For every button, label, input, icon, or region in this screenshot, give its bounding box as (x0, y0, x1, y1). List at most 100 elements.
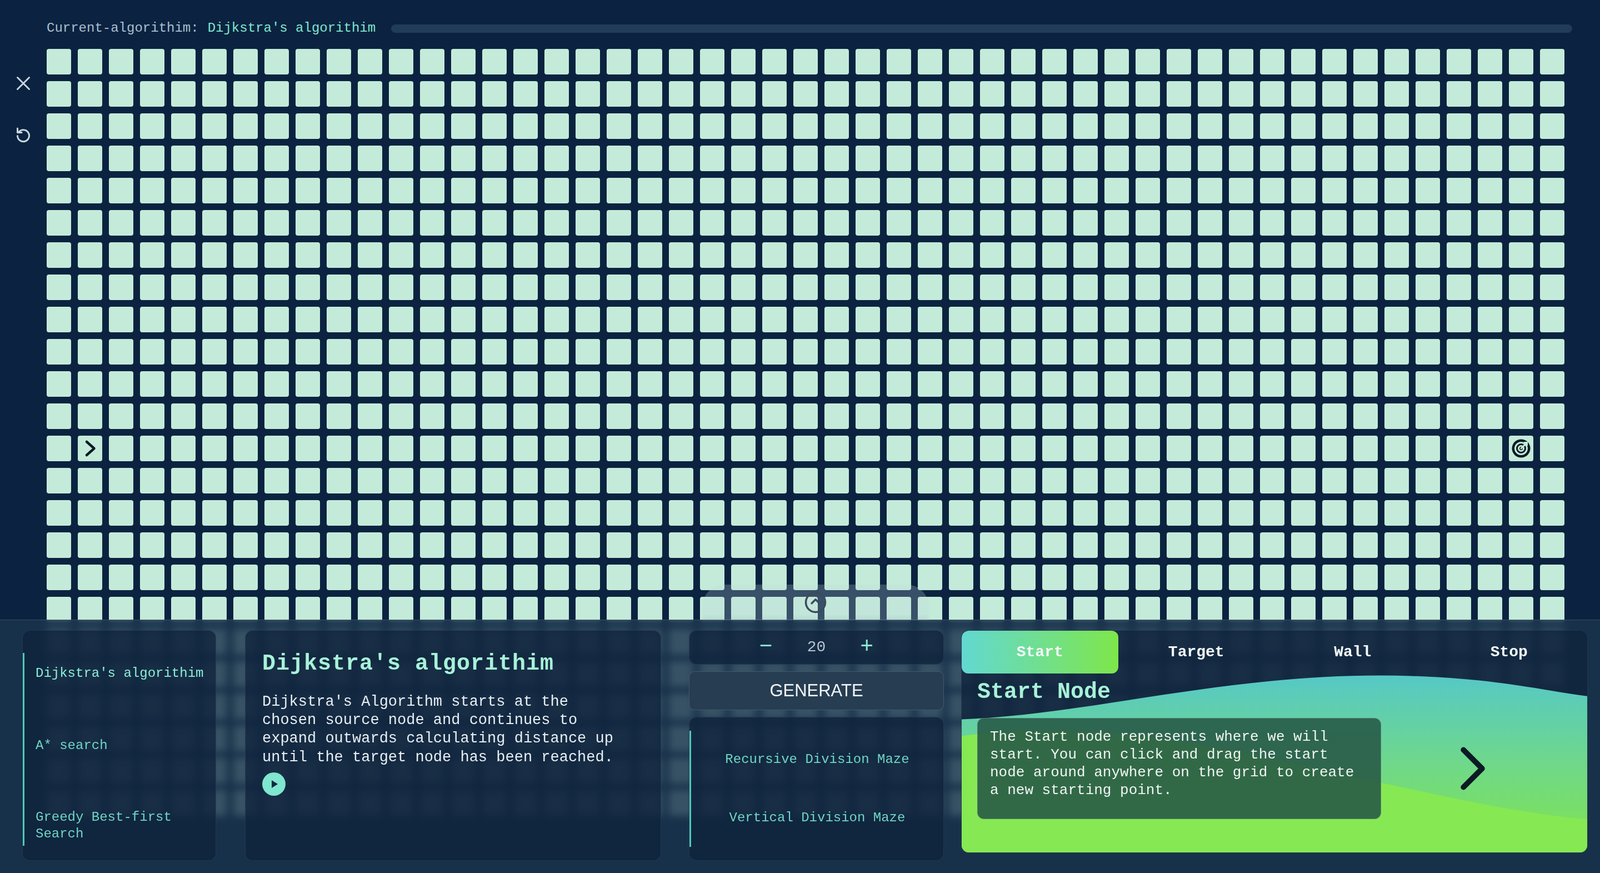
grid-cell[interactable] (980, 48, 1005, 75)
grid-cell[interactable] (77, 145, 103, 172)
grid-cell[interactable] (108, 403, 134, 429)
grid-cell[interactable] (1446, 242, 1472, 268)
grid-cell[interactable] (108, 532, 134, 558)
grid-cell[interactable] (388, 48, 414, 75)
grid-cell[interactable] (1228, 467, 1254, 494)
grid-cell[interactable] (980, 500, 1005, 526)
grid-cell[interactable] (1228, 177, 1254, 204)
grid-cell[interactable] (980, 532, 1005, 558)
grid-cell[interactable] (575, 177, 600, 204)
grid-cell[interactable] (420, 81, 445, 107)
grid-cell[interactable] (544, 242, 569, 268)
grid-cell[interactable] (824, 435, 849, 462)
grid-cell[interactable] (1135, 467, 1160, 494)
grid-cell[interactable] (1104, 81, 1129, 107)
grid-cell[interactable] (668, 145, 694, 172)
grid-cell[interactable] (1166, 564, 1192, 590)
grid-cell[interactable] (451, 48, 476, 75)
grid-cell[interactable] (482, 596, 507, 623)
grid-cell[interactable] (1415, 177, 1440, 204)
grid-cell[interactable] (1322, 564, 1347, 590)
grid-cell[interactable] (793, 467, 818, 494)
grid-cell[interactable] (420, 338, 445, 365)
grid-cell[interactable] (948, 435, 974, 462)
grid-cell[interactable] (544, 467, 569, 494)
grid-cell[interactable] (1073, 274, 1098, 300)
grid-cell[interactable] (420, 177, 445, 204)
grid-cell[interactable] (1135, 48, 1160, 75)
grid-cell[interactable] (855, 467, 880, 494)
grid-cell[interactable] (420, 596, 445, 623)
grid-cell[interactable] (1291, 500, 1316, 526)
grid-cell[interactable] (700, 338, 725, 365)
grid-cell[interactable] (1322, 274, 1347, 300)
grid-cell[interactable] (980, 81, 1005, 107)
grid-cell[interactable] (544, 113, 569, 139)
grid-cell[interactable] (1508, 564, 1534, 590)
grid-cell[interactable] (77, 564, 103, 590)
grid-cell[interactable] (1042, 467, 1067, 494)
grid-cell[interactable] (980, 371, 1005, 397)
grid-cell[interactable] (575, 48, 600, 75)
grid-cell[interactable] (1291, 81, 1316, 107)
grid-cell[interactable] (1384, 81, 1409, 107)
grid-cell[interactable] (1197, 145, 1223, 172)
grid-cell[interactable] (264, 435, 289, 462)
grid-cell[interactable] (420, 113, 445, 139)
grid-cell[interactable] (1260, 532, 1285, 558)
grid-cell[interactable] (1446, 81, 1472, 107)
grid-cell[interactable] (295, 242, 320, 268)
grid-cell[interactable] (233, 113, 258, 139)
grid-cell[interactable] (388, 177, 414, 204)
grid-cell[interactable] (980, 403, 1005, 429)
grid-cell[interactable] (1042, 113, 1067, 139)
grid-cell[interactable] (1197, 242, 1223, 268)
grid-cell[interactable] (1540, 564, 1565, 590)
grid-cell[interactable] (668, 306, 694, 333)
grid-cell[interactable] (1508, 596, 1534, 623)
grid-cell[interactable] (731, 338, 756, 365)
grid-cell[interactable] (77, 596, 103, 623)
grid-cell[interactable] (1446, 564, 1472, 590)
grid-cell[interactable] (1135, 81, 1160, 107)
grid-cell[interactable] (668, 371, 694, 397)
grid-cell[interactable] (1540, 48, 1565, 75)
grid-cell[interactable] (140, 242, 165, 268)
grid-cell[interactable] (1260, 210, 1285, 236)
grid-cell[interactable] (420, 48, 445, 75)
grid-cell[interactable] (700, 274, 725, 300)
grid-cell[interactable] (46, 532, 72, 558)
grid-cell[interactable] (1073, 435, 1098, 462)
grid-cell[interactable] (1197, 306, 1223, 333)
grid-cell[interactable] (1508, 113, 1534, 139)
grid-cell[interactable] (1104, 113, 1129, 139)
grid-cell[interactable] (980, 338, 1005, 365)
grid-cell[interactable] (357, 500, 383, 526)
grid-cell[interactable] (762, 242, 787, 268)
grid-cell[interactable] (357, 48, 383, 75)
grid-cell[interactable] (1166, 338, 1192, 365)
grid-cell[interactable] (855, 435, 880, 462)
grid-cell[interactable] (357, 145, 383, 172)
grid-cell[interactable] (1260, 274, 1285, 300)
grid-cell[interactable] (793, 113, 818, 139)
grid-cell[interactable] (886, 81, 912, 107)
grid-cell[interactable] (917, 532, 943, 558)
grid-cell[interactable] (202, 532, 227, 558)
grid-cell[interactable] (1135, 435, 1160, 462)
grid-cell[interactable] (513, 500, 538, 526)
grid-cell[interactable] (1477, 48, 1503, 75)
grid-cell[interactable] (357, 467, 383, 494)
grid-cell[interactable] (451, 435, 476, 462)
grid-cell[interactable] (544, 145, 569, 172)
grid-cell[interactable] (1042, 338, 1067, 365)
grid-cell[interactable] (731, 274, 756, 300)
grid-cell[interactable] (1446, 467, 1472, 494)
grid-cell[interactable] (46, 435, 72, 462)
grid-cell[interactable] (824, 371, 849, 397)
grid-cell[interactable] (513, 242, 538, 268)
grid-cell[interactable] (295, 274, 320, 300)
grid-cell[interactable] (1011, 371, 1036, 397)
grid-cell[interactable] (46, 338, 72, 365)
grid-cell[interactable] (295, 177, 320, 204)
